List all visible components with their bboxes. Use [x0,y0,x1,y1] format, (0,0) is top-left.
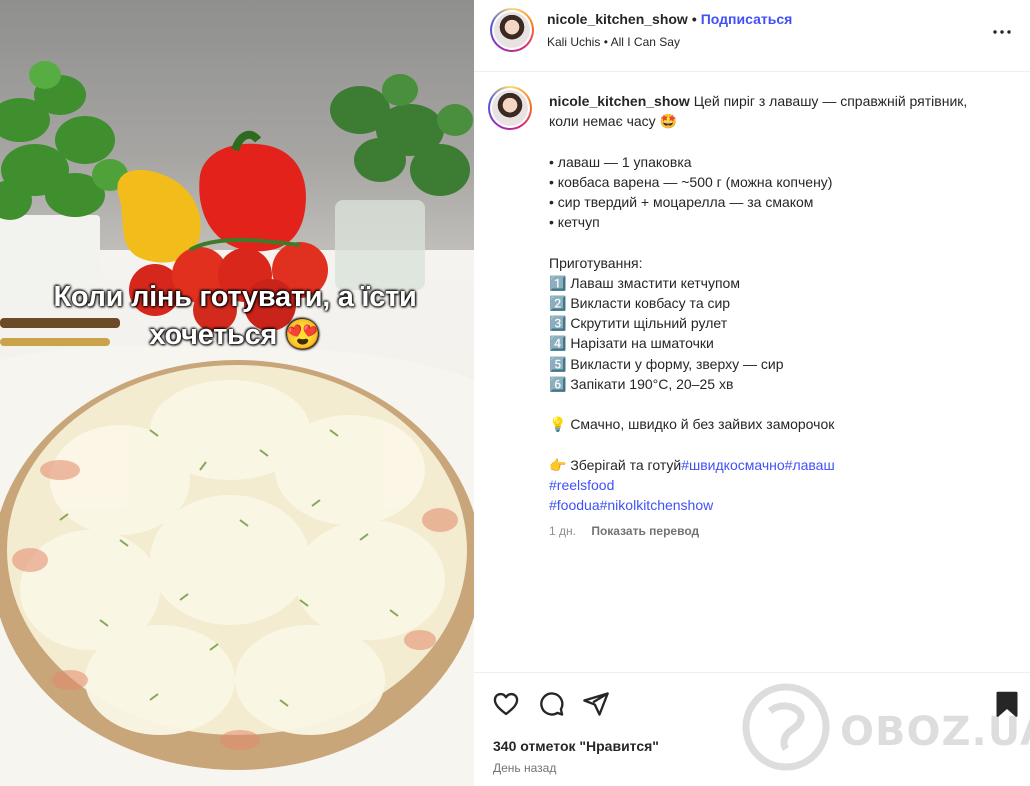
audio-info[interactable]: Kali Uchis • All I Can Say [547,35,680,49]
steps-title: Приготування: [549,254,643,271]
likes-count[interactable]: 340 отметок "Нравится" [493,738,659,754]
caption-intro-line: nicole_kitchen_show Цей пиріг з лавашу —… [549,91,989,131]
heart-icon[interactable] [492,690,520,718]
step-item: 6️⃣ Запікати 190°C, 20–25 хв [549,375,734,392]
more-options-icon[interactable] [990,20,1014,44]
hashtag-link[interactable]: #швидкосмачно [681,457,784,473]
step-item: 2️⃣ Викласти ковбасу та сир [549,295,731,311]
caption-section: nicole_kitchen_show Цей пиріг з лавашу —… [474,72,1030,672]
step-item: 1️⃣ Лаваш змастити кетчупом [549,274,740,291]
hashtag-link[interactable]: #лаваш [785,457,835,473]
ingredient-item: • сир твердий + моцарелла — за смаком [549,194,814,210]
post-timestamp[interactable]: День назад [493,761,556,775]
post-video[interactable]: Коли лінь готувати, а їсти хочеться 😍 [0,0,474,786]
food-scene-image [0,61,474,786]
ingredient-item: • лаваш — 1 упаковка [549,153,692,170]
tip-line: 💡 Смачно, швидко й без зайвих заморочок [549,416,835,433]
glass-right [335,200,425,290]
watermark-text: OBOZ.UA [840,709,1030,755]
herbs-right [330,74,473,196]
step-item: 5️⃣ Викласти у форму, зверху — сир [549,355,784,372]
audio-title[interactable]: All I Can Say [611,35,680,49]
caption-meta: 1 дн. Показать перевод [549,524,699,538]
ingredient-item: • ковбаса варена — ~500 г (можна копчену… [549,173,833,190]
follow-button[interactable]: Подписаться [701,11,793,27]
comment-icon[interactable] [537,690,565,718]
post-header: nicole_kitchen_show • Подписаться Kali Uch… [474,0,1030,72]
yellow-pepper [117,169,201,263]
hashtag-line: #foodua#nikolkitchenshow [549,495,989,515]
caption-age[interactable]: 1 дн. [549,524,576,538]
ingredient-item: • кетчуп [549,214,600,231]
hashtag-link[interactable]: #foodua [549,497,600,513]
author-avatar[interactable] [490,8,534,52]
video-overlay-text: Коли лінь готувати, а їсти хочеться 😍 [53,281,417,351]
audio-artist[interactable]: Kali Uchis [547,35,600,49]
cta-text: 👉 Зберігай та готуй [549,456,682,473]
audio-separator: • [603,35,608,49]
oboz-logo-icon [742,683,830,771]
translate-button[interactable]: Показать перевод [591,524,699,538]
post-caption: nicole_kitchen_show Цей пиріг з лавашу —… [549,91,989,515]
cta-line: 👉 Зберігай та готуй#швидкосмачно#лаваш [549,455,989,475]
header-title: nicole_kitchen_show • Подписаться [547,11,792,27]
hashtag-link[interactable]: #reelsfood [549,477,614,493]
hashtag-line: #reelsfood [549,475,989,495]
herbs-left [0,61,128,220]
caption-username[interactable]: nicole_kitchen_show [549,93,690,109]
author-username[interactable]: nicole_kitchen_show [547,11,688,27]
post-actions: 340 отметок "Нравится" День назад OBOZ.U… [474,672,1030,786]
caption-author-avatar[interactable] [488,86,532,130]
oboz-watermark: OBOZ.UA [736,683,1030,773]
post-panel: nicole_kitchen_show • Подписаться Kali Uch… [474,0,1030,786]
separator-dot: • [691,11,697,27]
step-item: 3️⃣ Скрутити щільний рулет [549,315,728,332]
step-item: 4️⃣ Нарізати на шматочки [549,335,714,352]
hashtag-link[interactable]: #nikolkitchenshow [600,497,714,513]
red-pepper [199,143,306,252]
share-icon[interactable] [582,690,610,718]
